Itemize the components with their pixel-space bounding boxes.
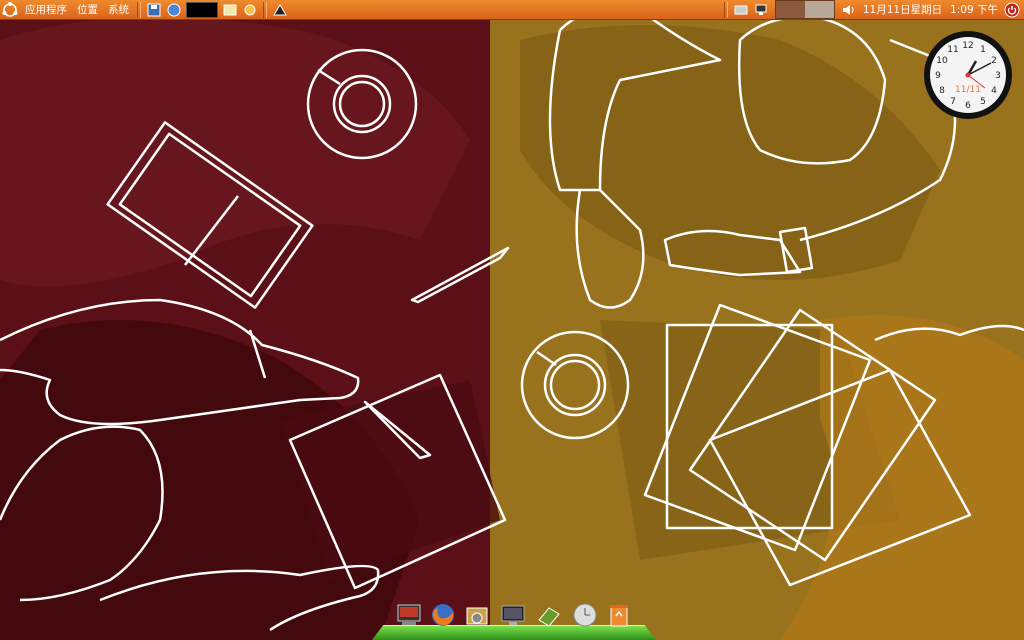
panel-tray: 11月11日星期日 1:09 下午 [721,0,1024,19]
clock-number: 11 [947,45,958,55]
clock-number: 8 [939,86,945,96]
panel-separator [137,1,141,18]
clock-number: 2 [991,56,997,66]
workspace-switcher[interactable] [774,0,835,19]
panel-separator [263,1,267,18]
clock-number: 7 [950,97,956,107]
clock-number: 6 [965,101,971,111]
workspace-1[interactable] [775,1,805,18]
trash-icon[interactable] [272,2,288,18]
panel-date[interactable]: 11月11日星期日 [859,2,946,17]
clock-number: 3 [995,71,1001,81]
places-menu[interactable]: 位置 [72,0,103,20]
package-manager-icon[interactable] [464,602,490,628]
books-icon[interactable] [536,602,562,628]
web-browser-icon[interactable] [166,2,182,18]
clock-number: 1 [980,45,986,55]
window-list-icon[interactable] [186,1,218,18]
terminal-icon[interactable] [396,602,422,628]
clock-icon[interactable] [572,602,598,628]
dock [372,598,656,640]
clock-number: 4 [991,86,997,96]
recycle-bin-icon[interactable] [606,602,632,628]
volume-icon[interactable] [841,2,857,18]
clock-number: 5 [980,97,986,107]
ubuntu-logo-icon[interactable] [2,1,18,18]
network-icon[interactable] [753,2,769,18]
firefox-icon[interactable] [430,602,456,628]
updates-icon[interactable] [242,2,258,18]
clock-number: 12 [962,41,973,51]
shutdown-icon[interactable] [1004,2,1020,18]
workspace-2[interactable] [804,1,834,18]
desktop-icon[interactable] [500,602,526,628]
desktop-clock-widget[interactable]: 12 1 2 3 4 5 6 7 8 9 10 11 11/11 [923,30,1013,120]
top-panel: 应用程序 位置 系统 11月11日星期日 1:09 下午 [0,0,1024,20]
keyboard-icon[interactable] [733,2,749,18]
desktop-wallpaper [0,0,1024,640]
notes-icon[interactable] [222,2,238,18]
clock-number: 10 [936,56,948,66]
save-icon[interactable] [146,2,162,18]
panel-separator [723,1,728,18]
panel-time[interactable]: 1:09 下午 [946,2,1002,17]
applications-menu[interactable]: 应用程序 [20,0,72,20]
clock-number: 9 [935,71,941,81]
clock-date-label: 11/11 [955,85,981,95]
system-menu[interactable]: 系统 [103,0,134,20]
